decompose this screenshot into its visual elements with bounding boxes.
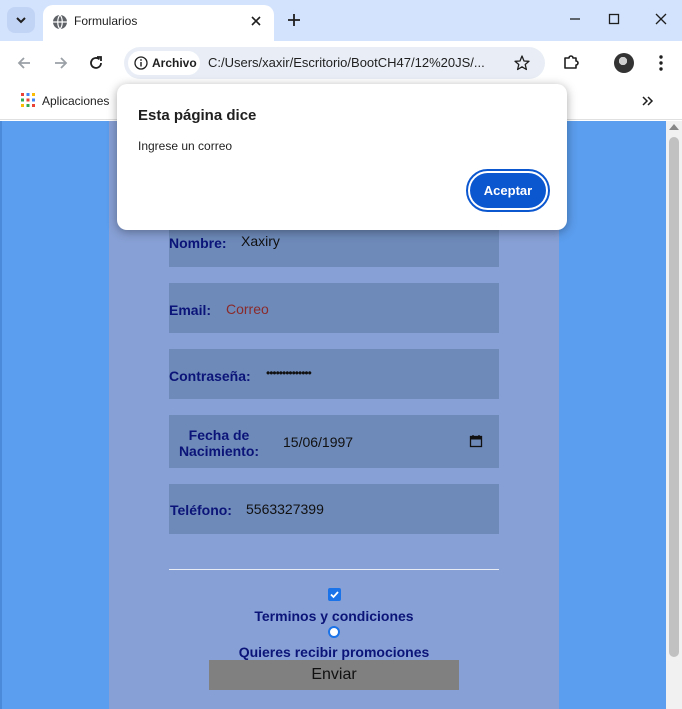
promo-radio[interactable] [328, 626, 340, 638]
phone-input[interactable]: 5563327399 [246, 501, 324, 517]
star-icon[interactable] [513, 54, 531, 72]
browser-toolbar: Archivo C:/Users/xaxir/Escritorio/BootCH… [0, 41, 682, 84]
email-field[interactable]: Email: Correo [169, 283, 499, 333]
site-info-chip[interactable]: Archivo [128, 51, 200, 75]
minimize-icon[interactable] [567, 11, 583, 27]
accept-button[interactable]: Aceptar [466, 169, 550, 212]
checkmark-icon [330, 591, 339, 599]
password-input[interactable]: •••••••••••••• [266, 366, 312, 380]
scroll-thumb[interactable] [669, 137, 679, 657]
page-scrollbar[interactable] [666, 121, 682, 709]
info-icon [134, 56, 148, 70]
double-chevron-right-icon[interactable] [640, 93, 656, 109]
email-label: Email: [169, 302, 212, 318]
tab-strip: Formularios [0, 0, 682, 41]
password-label: Contraseña: [169, 368, 251, 384]
alert-dialog: Esta página dice Ingrese un correo Acept… [117, 84, 567, 230]
arrow-left-icon[interactable] [14, 53, 34, 73]
name-input[interactable]: Xaxiry [241, 233, 280, 249]
phone-field[interactable]: Teléfono: 5563327399 [169, 484, 499, 534]
page-edge [0, 121, 2, 709]
close-window-icon[interactable] [653, 11, 669, 27]
chevron-down-icon [16, 17, 26, 24]
kebab-icon[interactable] [651, 53, 671, 73]
dialog-message: Ingrese un correo [138, 139, 233, 153]
active-tab[interactable]: Formularios [43, 5, 274, 41]
address-bar[interactable]: Archivo C:/Users/xaxir/Escritorio/BootCH… [124, 47, 545, 79]
tab-title: Formularios [74, 14, 138, 28]
reload-icon[interactable] [86, 53, 106, 73]
terms-checkbox[interactable] [328, 588, 341, 601]
url-text[interactable]: C:/Users/xaxir/Escritorio/BootCH47/12%20… [208, 55, 485, 70]
email-input[interactable]: Correo [226, 301, 269, 317]
promo-label: Quieres recibir promociones [238, 644, 430, 660]
apps-grid-icon [21, 93, 35, 107]
accept-button-label: Aceptar [470, 173, 546, 208]
globe-icon [53, 14, 67, 30]
birthdate-label-line2: Nacimiento: [178, 443, 260, 459]
avatar[interactable] [614, 53, 634, 73]
apps-bookmark[interactable]: Aplicaciones [42, 94, 109, 108]
scroll-up-icon[interactable] [669, 124, 679, 130]
tab-search-button[interactable] [7, 7, 35, 33]
new-tab-icon[interactable] [284, 10, 304, 30]
form-divider [169, 569, 499, 570]
site-info-label: Archivo [152, 56, 197, 70]
phone-label: Teléfono: [170, 502, 232, 518]
birthdate-field[interactable]: Fecha de Nacimiento: 15/06/1997 [169, 415, 499, 468]
birthdate-input[interactable]: 15/06/1997 [283, 434, 353, 450]
close-icon[interactable] [248, 13, 264, 29]
dialog-title: Esta página dice [138, 107, 257, 124]
name-label: Nombre: [169, 235, 227, 251]
maximize-icon[interactable] [606, 11, 622, 27]
birthdate-label-line1: Fecha de [188, 427, 250, 443]
submit-button[interactable]: Enviar [209, 660, 459, 690]
password-field[interactable]: Contraseña: •••••••••••••• [169, 349, 499, 399]
terms-label: Terminos y condiciones [254, 608, 414, 624]
arrow-right-icon[interactable] [51, 53, 71, 73]
calendar-icon[interactable] [469, 434, 483, 448]
puzzle-icon[interactable] [561, 52, 581, 72]
